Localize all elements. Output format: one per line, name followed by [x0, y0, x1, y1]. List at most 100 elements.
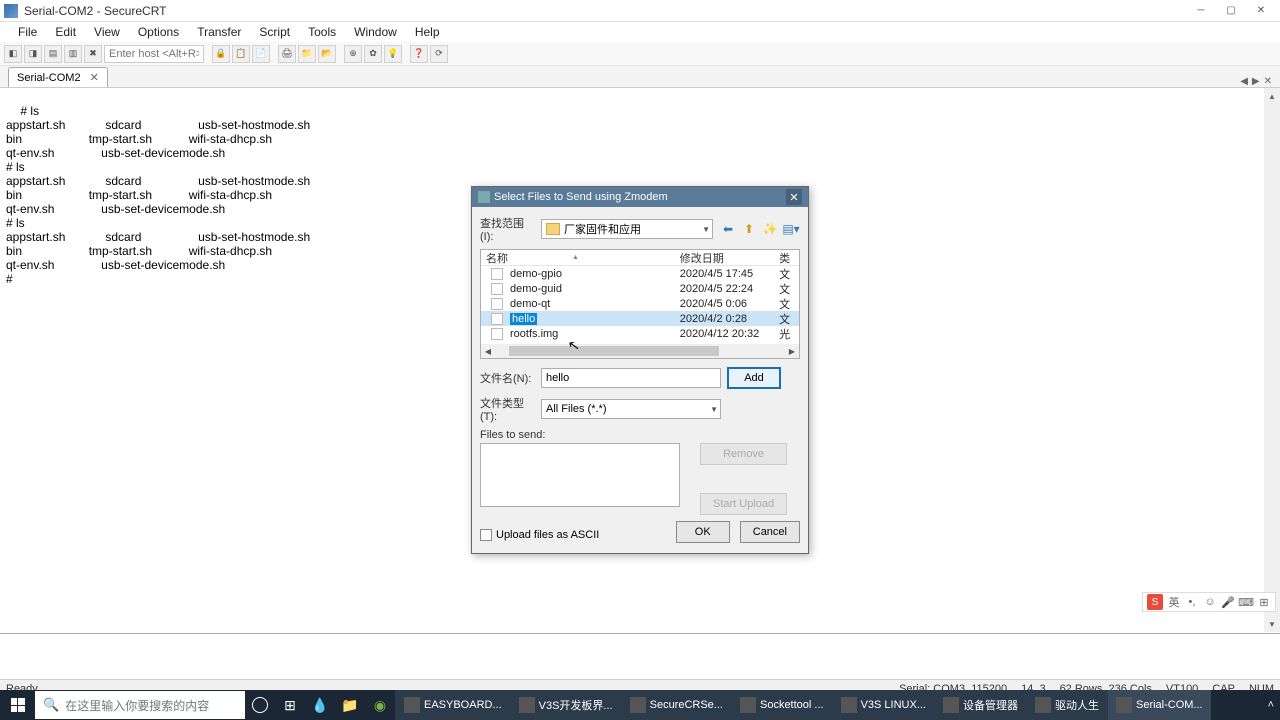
tab-nav-right[interactable]: ▶ — [1252, 76, 1260, 87]
task-app[interactable]: 驱动人生 — [1026, 690, 1107, 720]
files-to-send-list[interactable] — [480, 443, 680, 507]
file-row[interactable]: hello2020/4/2 0:28文 — [481, 311, 799, 326]
tab-serial-com2[interactable]: Serial-COM2 ✕ — [8, 67, 108, 87]
col-type[interactable]: 类 — [779, 250, 799, 266]
app-icon — [1116, 697, 1132, 713]
hscroll-thumb[interactable] — [509, 346, 719, 356]
scroll-up-icon[interactable]: ▲ — [1268, 88, 1276, 104]
host-input[interactable] — [104, 45, 204, 63]
app-label: 驱动人生 — [1055, 697, 1099, 713]
explorer-icon[interactable]: 📁 — [335, 690, 365, 720]
maximize-button[interactable]: ▢ — [1216, 1, 1246, 21]
tb-icon-10[interactable]: 📁 — [298, 45, 316, 63]
title-bar: Serial-COM2 - SecureCRT ─ ▢ ✕ — [0, 0, 1280, 22]
app-icon-1[interactable]: 💧 — [305, 690, 335, 720]
col-name[interactable]: 名称 — [486, 250, 508, 266]
tb-icon-7[interactable]: 📋 — [232, 45, 250, 63]
file-row[interactable]: rootfs.img2020/4/12 20:32光 — [481, 326, 799, 341]
task-app[interactable]: Sockettool ... — [731, 690, 832, 720]
tb-icon-11[interactable]: 📂 — [318, 45, 336, 63]
ascii-checkbox[interactable] — [480, 529, 492, 541]
scroll-down-icon[interactable]: ▼ — [1268, 616, 1276, 632]
ime-mic-icon[interactable]: 🎤 — [1221, 595, 1235, 609]
dialog-icon — [478, 191, 490, 203]
tb-icon-8[interactable]: 📄 — [252, 45, 270, 63]
system-tray[interactable]: ˄ — [1262, 699, 1280, 711]
file-row[interactable]: demo-qt2020/4/5 0:06文 — [481, 296, 799, 311]
ime-icon[interactable]: S — [1147, 594, 1163, 610]
browser-icon[interactable]: ◉ — [365, 690, 395, 720]
app-icon — [404, 697, 420, 713]
close-button[interactable]: ✕ — [1246, 1, 1276, 21]
taskbar-search[interactable]: 🔍 在这里输入你要搜索的内容 — [35, 691, 245, 719]
col-date[interactable]: 修改日期 — [680, 250, 779, 266]
task-app[interactable]: SecureCRSe... — [621, 690, 731, 720]
tray-expand-icon[interactable]: ˄ — [1268, 699, 1274, 711]
task-app[interactable]: 设备管理器 — [934, 690, 1026, 720]
ok-button[interactable]: OK — [676, 521, 730, 543]
task-app[interactable]: EASYBOARD... — [395, 690, 510, 720]
tb-icon-6[interactable]: 🔒 — [212, 45, 230, 63]
file-row[interactable]: demo-guid2020/4/5 22:24文 — [481, 281, 799, 296]
filetype-dropdown[interactable]: All Files (*.*) ▼ — [541, 399, 721, 419]
tb-icon-1[interactable]: ◧ — [4, 45, 22, 63]
ime-emoji-icon[interactable]: ☺ — [1203, 595, 1217, 609]
start-button[interactable] — [0, 690, 35, 720]
file-list-header[interactable]: 名称 ▲ 修改日期 类 — [481, 250, 799, 266]
tb-icon-5[interactable]: ✖ — [84, 45, 102, 63]
ime-settings-icon[interactable]: ⊞ — [1257, 595, 1271, 609]
nav-up-icon[interactable]: ⬆ — [740, 220, 758, 238]
app-label: V3S开发板界... — [539, 697, 613, 713]
add-button[interactable]: Add — [727, 367, 781, 389]
app-icon — [740, 697, 756, 713]
nav-views-icon[interactable]: ▤▾ — [782, 220, 800, 238]
cancel-button[interactable]: Cancel — [740, 521, 800, 543]
filename-input[interactable] — [541, 368, 721, 388]
tb-icon-2[interactable]: ◨ — [24, 45, 42, 63]
tab-nav-left[interactable]: ◀ — [1240, 76, 1248, 87]
file-icon — [491, 328, 503, 340]
menu-help[interactable]: Help — [407, 23, 448, 41]
ime-lang[interactable]: 英 — [1167, 595, 1181, 609]
tab-close-icon[interactable]: ✕ — [90, 71, 99, 84]
file-date: 2020/4/5 0:06 — [680, 298, 779, 310]
menu-window[interactable]: Window — [346, 23, 405, 41]
file-list[interactable]: 名称 ▲ 修改日期 类 demo-gpio2020/4/5 17:45文demo… — [480, 249, 800, 359]
tb-icon-3[interactable]: ▤ — [44, 45, 62, 63]
task-app[interactable]: V3S开发板界... — [510, 690, 621, 720]
cortana-icon[interactable] — [245, 690, 275, 720]
file-type: 光 — [779, 326, 799, 342]
dialog-close-button[interactable]: ✕ — [786, 189, 802, 205]
menu-transfer[interactable]: Transfer — [189, 23, 249, 41]
ime-punct[interactable]: •, — [1185, 595, 1199, 609]
tab-label: Serial-COM2 — [17, 72, 81, 84]
menu-script[interactable]: Script — [251, 23, 298, 41]
taskview-icon[interactable]: ⊞ — [275, 690, 305, 720]
file-row[interactable]: demo-gpio2020/4/5 17:45文 — [481, 266, 799, 281]
lookin-dropdown[interactable]: 厂家固件和应用 ▼ — [541, 219, 713, 239]
tb-icon-14[interactable]: 💡 — [384, 45, 402, 63]
nav-newfolder-icon[interactable]: ✨ — [761, 220, 779, 238]
menu-tools[interactable]: Tools — [300, 23, 344, 41]
tb-icon-9[interactable]: 🖨 — [278, 45, 296, 63]
hscroll-left-icon[interactable]: ◀ — [481, 347, 495, 356]
menu-file[interactable]: File — [10, 23, 45, 41]
task-app[interactable]: V3S LINUX... — [832, 690, 934, 720]
tb-icon-12[interactable]: ⊕ — [344, 45, 362, 63]
ime-keyboard-icon[interactable]: ⌨ — [1239, 595, 1253, 609]
task-app[interactable]: Serial-COM... — [1107, 690, 1211, 720]
menu-view[interactable]: View — [86, 23, 128, 41]
terminal-scrollbar[interactable]: ▲ ▼ — [1264, 88, 1280, 632]
menu-options[interactable]: Options — [130, 23, 187, 41]
hscroll-right-icon[interactable]: ▶ — [785, 347, 799, 356]
tb-icon-15[interactable]: ❓ — [410, 45, 428, 63]
tab-nav-close[interactable]: ✕ — [1264, 76, 1272, 87]
dialog-titlebar[interactable]: Select Files to Send using Zmodem ✕ — [472, 187, 808, 207]
minimize-button[interactable]: ─ — [1186, 1, 1216, 21]
tb-icon-16[interactable]: ⟳ — [430, 45, 448, 63]
nav-back-icon[interactable]: ⬅ — [719, 220, 737, 238]
tb-icon-13[interactable]: ✿ — [364, 45, 382, 63]
menu-edit[interactable]: Edit — [47, 23, 84, 41]
file-list-hscroll[interactable]: ◀ ▶ — [481, 344, 799, 358]
tb-icon-4[interactable]: ▥ — [64, 45, 82, 63]
